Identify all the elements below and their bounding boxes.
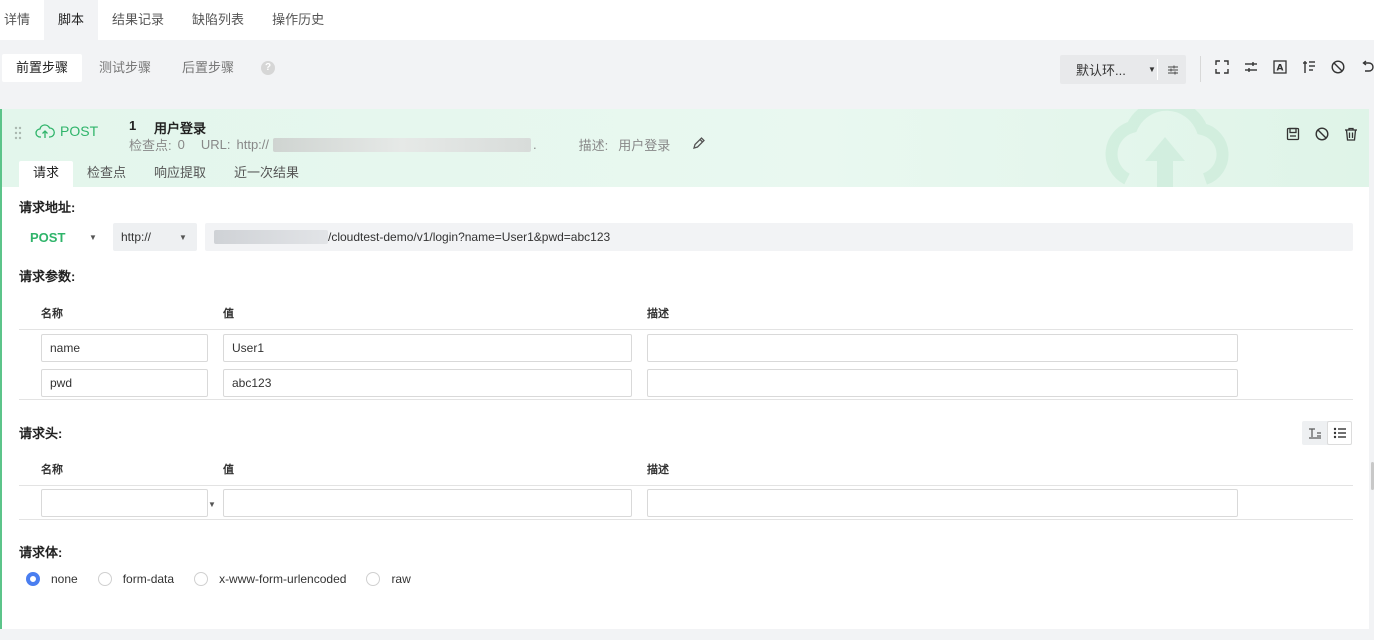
param-desc-input[interactable]	[647, 369, 1238, 397]
header-name-select[interactable]	[41, 489, 208, 517]
step-meta: 检查点: 0 URL: http:// . 描述: 用户登录	[129, 135, 670, 154]
phase-pre-steps[interactable]: 前置步骤	[2, 54, 83, 82]
param-value-input[interactable]: abc123	[223, 369, 632, 397]
step-header: POST 1 用户登录 检查点: 0 URL: http:// . 描述: 用户…	[2, 109, 1369, 187]
table-row: pwd abc123	[19, 366, 1353, 400]
param-name-input[interactable]: name	[41, 334, 208, 362]
disable-icon[interactable]	[1329, 58, 1347, 76]
sub-tab-response-extract[interactable]: 响应提取	[140, 161, 220, 187]
body-type-raw[interactable]: raw	[366, 572, 411, 586]
cloud-upload-watermark-icon	[1105, 109, 1229, 187]
tab-details[interactable]: 详情	[0, 0, 44, 40]
tab-defects[interactable]: 缺陷列表	[178, 0, 258, 40]
environment-select[interactable]: 默认环... ▼	[1060, 55, 1186, 84]
request-body-label: 请求体:	[19, 545, 63, 560]
edit-icon[interactable]	[692, 136, 706, 153]
url-path: /cloudtest-demo/v1/login?name=User1&pwd=…	[328, 230, 611, 244]
request-headers-label: 请求头:	[19, 426, 63, 441]
undo-icon[interactable]	[1358, 58, 1374, 76]
list-indent-icon[interactable]	[1300, 58, 1318, 76]
save-icon[interactable]	[1285, 126, 1301, 142]
step-number: 1	[129, 118, 137, 133]
header-desc-input[interactable]	[647, 489, 1238, 517]
radio-icon	[97, 572, 112, 586]
body-type-urlencoded[interactable]: x-www-form-urlencoded	[194, 572, 346, 586]
protocol-select[interactable]: http:// ▼	[113, 223, 197, 251]
caret-down-icon: ▼	[1148, 65, 1156, 74]
sub-tab-request[interactable]: 请求	[19, 161, 74, 187]
col-value: 值	[223, 464, 234, 476]
radio-icon	[366, 572, 381, 586]
body-type-radio-group: none form-data x-www-form-urlencoded raw	[26, 572, 431, 586]
table-row: ▼	[19, 486, 1353, 520]
url-host-redacted	[214, 230, 328, 244]
url-input[interactable]: /cloudtest-demo/v1/login?name=User1&pwd=…	[205, 223, 1353, 251]
col-desc: 描述	[647, 464, 669, 476]
caret-down-icon: ▼	[89, 232, 97, 242]
top-tabs: 详情 脚本 结果记录 缺陷列表 操作历史	[0, 0, 1374, 40]
col-name: 名称	[41, 308, 63, 320]
request-params-label: 请求参数:	[19, 269, 76, 284]
caret-down-icon: ▼	[208, 500, 216, 509]
param-value-input[interactable]: User1	[223, 334, 632, 362]
toolbar-icons: A	[1213, 58, 1374, 76]
divider	[1157, 59, 1158, 80]
step-card: POST 1 用户登录 检查点: 0 URL: http:// . 描述: 用户…	[0, 109, 1369, 629]
disable-step-icon[interactable]	[1314, 126, 1330, 142]
col-name: 名称	[41, 464, 63, 476]
radio-icon	[194, 572, 209, 586]
param-desc-input[interactable]	[647, 334, 1238, 362]
caret-down-icon: ▼	[179, 232, 187, 242]
headers-table-header: 名称 值 描述	[19, 450, 1353, 486]
help-icon[interactable]: ?	[261, 61, 276, 75]
toolbar-divider	[1200, 56, 1201, 82]
description-label: 描述:	[578, 138, 609, 153]
step-method-label: POST	[60, 123, 99, 139]
phase-post-steps[interactable]: 后置步骤	[168, 54, 248, 82]
script-toolbar: 前置步骤 测试步骤 后置步骤 ? 默认环... ▼ A	[0, 40, 1374, 96]
radio-checked-icon	[26, 572, 40, 586]
request-sub-tabs: 请求 检查点 响应提取 近一次结果	[19, 161, 313, 187]
environment-value: 默认环...	[1076, 63, 1126, 78]
header-value-input[interactable]	[223, 489, 632, 517]
checkpoints-count: 0	[177, 137, 185, 152]
step-actions	[1285, 126, 1359, 142]
url-prefix: http://	[236, 137, 270, 152]
request-address-label: 请求地址:	[19, 200, 76, 215]
adjust-icon[interactable]	[1242, 58, 1260, 76]
phase-test-steps[interactable]: 测试步骤	[85, 54, 165, 82]
sub-tab-checkpoints[interactable]: 检查点	[73, 161, 140, 187]
fullscreen-icon[interactable]	[1213, 58, 1231, 76]
sub-tab-last-result[interactable]: 近一次结果	[220, 161, 313, 187]
tab-results[interactable]: 结果记录	[98, 0, 178, 40]
description-value: 用户登录	[618, 138, 671, 153]
text-view-icon[interactable]	[1302, 421, 1327, 445]
tab-history[interactable]: 操作历史	[258, 0, 338, 40]
method-value: POST	[30, 229, 66, 245]
environment-settings-icon[interactable]	[1160, 55, 1186, 84]
param-name-input[interactable]: pwd	[41, 369, 208, 397]
text-format-icon[interactable]: A	[1271, 58, 1289, 76]
body-type-form-data[interactable]: form-data	[97, 572, 174, 586]
col-value: 值	[223, 308, 234, 320]
header-view-toggle	[1302, 421, 1352, 445]
params-table-header: 名称 值 描述	[19, 294, 1353, 330]
step-method-badge: POST	[35, 123, 98, 139]
cloud-upload-icon	[35, 124, 55, 138]
url-redacted	[273, 137, 532, 152]
body-type-none[interactable]: none	[26, 572, 78, 586]
protocol-value: http://	[121, 230, 152, 244]
url-suffix: .	[533, 137, 537, 152]
list-view-icon[interactable]	[1327, 421, 1352, 445]
col-desc: 描述	[647, 308, 669, 320]
svg-text:A: A	[1277, 64, 1284, 74]
drag-handle-icon[interactable]	[14, 126, 22, 143]
checkpoints-label: 检查点:	[129, 138, 172, 153]
url-label: URL:	[200, 137, 231, 152]
delete-icon[interactable]	[1343, 126, 1359, 142]
tab-script[interactable]: 脚本	[44, 0, 99, 40]
method-select[interactable]: POST ▼	[19, 223, 107, 251]
table-row: name User1	[19, 331, 1353, 365]
step-phase-selector: 前置步骤 测试步骤 后置步骤 ?	[2, 54, 276, 82]
